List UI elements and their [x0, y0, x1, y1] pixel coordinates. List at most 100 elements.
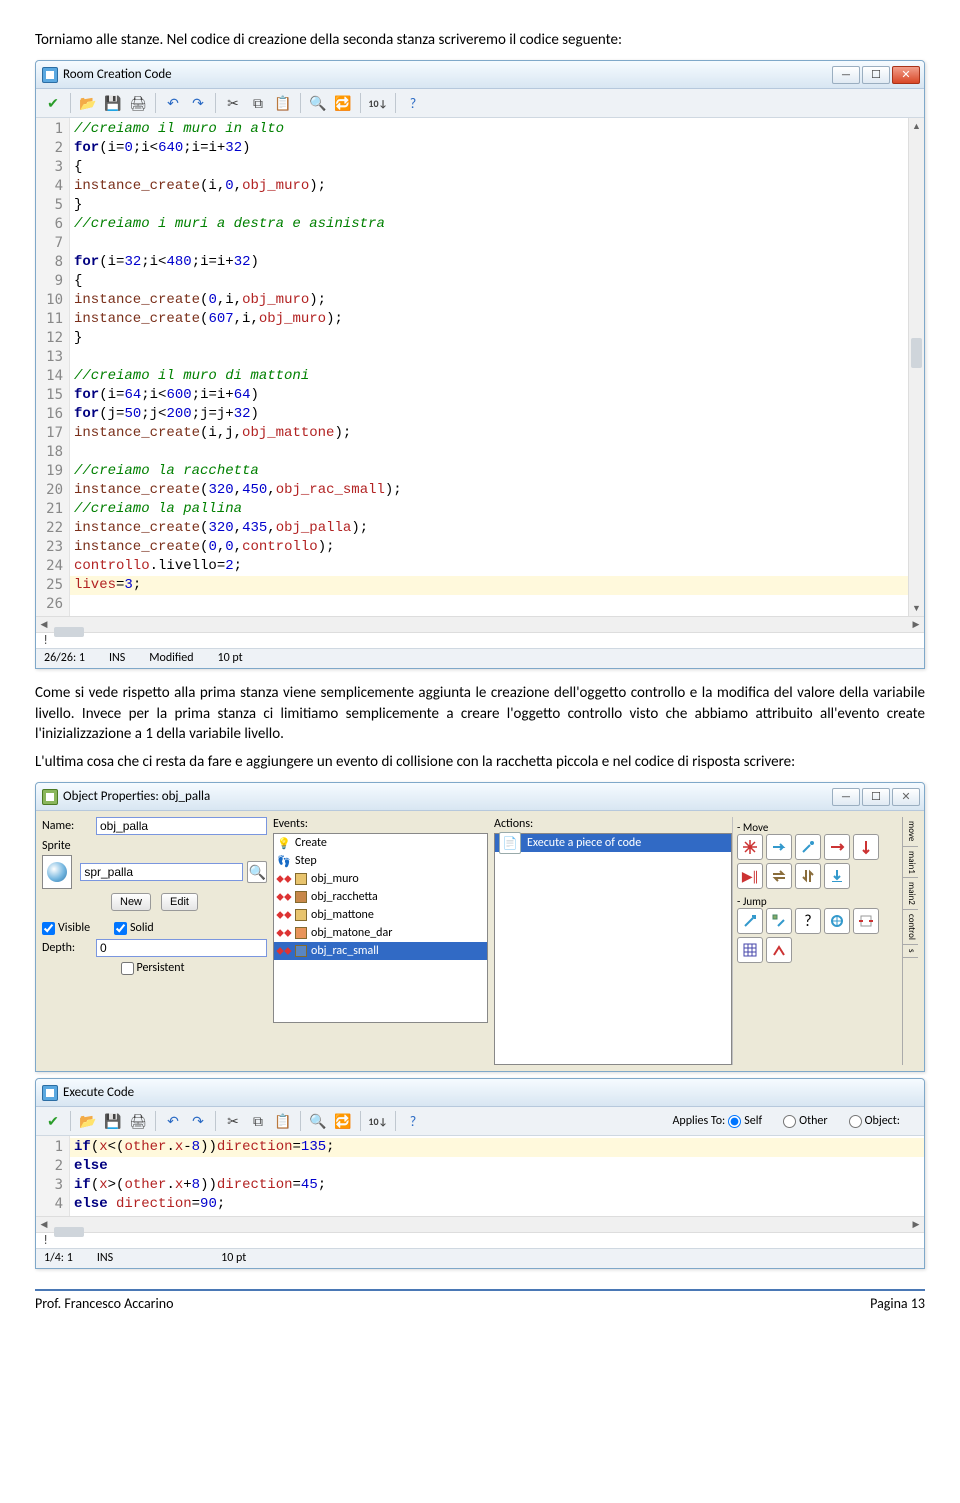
move-towards-icon[interactable]: [795, 834, 821, 860]
titlebar[interactable]: Room Creation Code: [36, 61, 924, 89]
visible-checkbox[interactable]: Visible: [42, 921, 92, 935]
palette-tab[interactable]: move: [903, 817, 918, 846]
palette-tab[interactable]: control: [903, 910, 918, 945]
snap-icon[interactable]: [824, 908, 850, 934]
paste-icon[interactable]: 📋: [272, 1110, 294, 1132]
goto-icon[interactable]: 10↓: [367, 1110, 389, 1132]
print-icon[interactable]: 🖨: [127, 92, 149, 114]
persistent-checkbox[interactable]: Persistent: [121, 961, 171, 975]
event-item[interactable]: ⬥⬥obj_rac_small: [274, 942, 487, 960]
solid-checkbox[interactable]: Solid: [114, 921, 164, 935]
depth-input[interactable]: [96, 939, 267, 957]
app-icon: [42, 1085, 58, 1101]
paste-icon[interactable]: 📋: [272, 92, 294, 114]
window-title: Object Properties: obj_palla: [63, 789, 210, 804]
status-modified: Modified: [149, 651, 193, 666]
minimize-button[interactable]: [832, 66, 860, 84]
titlebar[interactable]: Execute Code: [36, 1079, 924, 1107]
undo-icon[interactable]: ↶: [162, 92, 184, 114]
sprite-input[interactable]: [80, 863, 243, 881]
titlebar[interactable]: Object Properties: obj_palla: [36, 783, 924, 811]
edit-button[interactable]: Edit: [161, 893, 198, 911]
toolbar: ✔ 📂 💾 🖨 ↶ ↷ ✂ ⧉ 📋 🔍 🔁 10↓ ? Applies To: …: [36, 1107, 924, 1136]
replace-icon[interactable]: 🔁: [332, 92, 354, 114]
move-dir-icon[interactable]: [766, 834, 792, 860]
palette-tab[interactable]: main2: [903, 878, 918, 910]
open-icon[interactable]: 📂: [77, 1110, 99, 1132]
applies-other-radio[interactable]: Other: [783, 1114, 827, 1128]
code-sheet-icon: 📄: [499, 832, 521, 854]
bounce-icon[interactable]: [766, 937, 792, 963]
status-bar: 26/26: 1 INS Modified 10 pt: [36, 648, 924, 668]
reverse-v-icon[interactable]: [795, 863, 821, 889]
horizontal-scrollbar[interactable]: ◀▶: [36, 616, 924, 632]
speed-icon[interactable]: ▶‖: [737, 863, 763, 889]
minimize-button[interactable]: [832, 788, 860, 806]
move-vspeed-icon[interactable]: [853, 834, 879, 860]
close-button[interactable]: [892, 66, 920, 84]
find-icon[interactable]: 🔍: [307, 92, 329, 114]
event-item[interactable]: ⬥⬥obj_racchetta: [274, 888, 487, 906]
palette-tabs[interactable]: movemain1main2controls: [902, 817, 918, 1065]
cut-icon[interactable]: ✂: [222, 1110, 244, 1132]
footer-page: Pagina 13: [870, 1295, 925, 1312]
palette-tab[interactable]: s: [903, 945, 918, 958]
object-properties-window: Object Properties: obj_palla Name: Sprit…: [35, 782, 925, 1072]
event-item[interactable]: 👣Step: [274, 852, 487, 870]
redo-icon[interactable]: ↷: [187, 92, 209, 114]
redo-icon[interactable]: ↷: [187, 1110, 209, 1132]
palette-tab[interactable]: main1: [903, 847, 918, 879]
events-list[interactable]: 💡Create👣Step⬥⬥obj_muro⬥⬥obj_racchetta⬥⬥o…: [273, 833, 488, 1023]
event-item[interactable]: ⬥⬥obj_matone_dar: [274, 924, 487, 942]
help-icon[interactable]: ?: [402, 92, 424, 114]
print-icon[interactable]: 🖨: [127, 1110, 149, 1132]
vertical-scrollbar[interactable]: ▲▼: [908, 118, 924, 616]
cut-icon[interactable]: ✂: [222, 92, 244, 114]
event-item[interactable]: 💡Create: [274, 834, 487, 852]
close-button[interactable]: [892, 788, 920, 806]
action-item[interactable]: 📄 Execute a piece of code: [495, 834, 731, 852]
maximize-button[interactable]: [862, 66, 890, 84]
reverse-h-icon[interactable]: [766, 863, 792, 889]
paragraph-instruction: L'ultima cosa che ci resta da fare e agg…: [35, 752, 925, 772]
applies-self-radio[interactable]: Self: [728, 1114, 762, 1128]
window-title: Execute Code: [63, 1085, 134, 1100]
jump-random-icon[interactable]: ?: [795, 908, 821, 934]
maximize-button[interactable]: [862, 788, 890, 806]
event-item[interactable]: ⬥⬥obj_mattone: [274, 906, 487, 924]
help-icon[interactable]: ?: [402, 1110, 424, 1132]
code-editor[interactable]: if(x<(other.x-8))direction=135;elseif(x>…: [70, 1136, 924, 1216]
goto-icon[interactable]: 10↓: [367, 92, 389, 114]
execute-code-window: Execute Code ✔ 📂 💾 🖨 ↶ ↷ ✂ ⧉ 📋 🔍 🔁 10↓ ?…: [35, 1078, 925, 1269]
code-editor[interactable]: //creiamo il muro in altofor(i=0;i<640;i…: [70, 118, 908, 616]
status-position: 1/4: 1: [44, 1251, 73, 1266]
confirm-icon[interactable]: ✔: [42, 1110, 64, 1132]
room-creation-code-window: Room Creation Code ✔ 📂 💾 🖨 ↶ ↷ ✂ ⧉ 📋 🔍 🔁…: [35, 60, 925, 669]
error-bar: !: [36, 1232, 924, 1248]
jump-pos-icon[interactable]: [737, 908, 763, 934]
wrap-icon[interactable]: [853, 908, 879, 934]
gravity-icon[interactable]: [824, 863, 850, 889]
name-input[interactable]: [96, 817, 267, 835]
move-grid-icon[interactable]: [737, 834, 763, 860]
actions-list[interactable]: 📄 Execute a piece of code: [494, 833, 732, 1065]
undo-icon[interactable]: ↶: [162, 1110, 184, 1132]
error-bar: !: [36, 632, 924, 648]
align-grid-icon[interactable]: [737, 937, 763, 963]
actions-label: Actions:: [494, 817, 732, 831]
confirm-icon[interactable]: ✔: [42, 92, 64, 114]
sprite-browse-icon[interactable]: 🔍: [247, 861, 267, 883]
horizontal-scrollbar[interactable]: ◀▶: [36, 1216, 924, 1232]
replace-icon[interactable]: 🔁: [332, 1110, 354, 1132]
event-item[interactable]: ⬥⬥obj_muro: [274, 870, 487, 888]
find-icon[interactable]: 🔍: [307, 1110, 329, 1132]
save-icon[interactable]: 💾: [102, 1110, 124, 1132]
copy-icon[interactable]: ⧉: [247, 1110, 269, 1132]
applies-object-radio[interactable]: Object:: [849, 1114, 900, 1128]
new-button[interactable]: New: [111, 893, 151, 911]
copy-icon[interactable]: ⧉: [247, 92, 269, 114]
save-icon[interactable]: 💾: [102, 92, 124, 114]
open-icon[interactable]: 📂: [77, 92, 99, 114]
move-hspeed-icon[interactable]: [824, 834, 850, 860]
jump-start-icon[interactable]: [766, 908, 792, 934]
